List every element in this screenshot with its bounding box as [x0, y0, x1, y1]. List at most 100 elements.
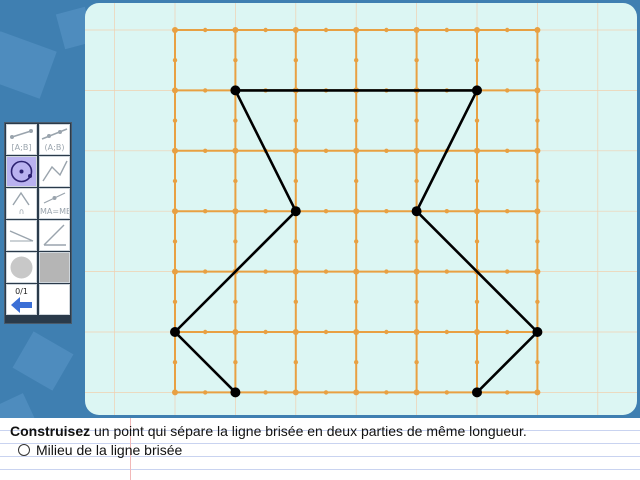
grid-midpoint	[172, 178, 178, 184]
point-tool-icon	[7, 256, 36, 282]
grid-midpoint	[505, 88, 510, 93]
grid-midpoint	[444, 27, 449, 33]
grid-figure[interactable]	[85, 3, 637, 415]
choice-midpoint[interactable]: Milieu de la ligne brisée	[18, 442, 182, 458]
grid-midpoint	[323, 269, 329, 274]
grid-midpoint	[203, 390, 208, 395]
broken-line-vertex[interactable]	[230, 85, 241, 96]
instruction-text: Construisez un point qui sépare la ligne…	[10, 423, 527, 439]
grid-midpoint	[354, 118, 359, 123]
grid-midpoint	[444, 329, 449, 335]
tool-label: [A;B]	[11, 143, 32, 152]
tool-circle[interactable]	[6, 156, 37, 187]
instruction-verb: Construisez	[10, 423, 91, 439]
geometry-canvas[interactable]	[85, 3, 637, 415]
grid-midpoint	[203, 148, 208, 153]
tool-fill[interactable]	[39, 252, 70, 283]
grid-midpoint	[263, 269, 268, 274]
grid-midpoint	[354, 239, 359, 244]
grid-midpoint	[233, 118, 238, 123]
tool-point[interactable]	[6, 252, 37, 283]
grid-midpoint	[172, 239, 178, 244]
grid-midpoint	[505, 209, 510, 214]
grid-midpoint	[474, 178, 480, 184]
grid-node	[172, 27, 178, 33]
grid-node	[172, 268, 178, 275]
grid-node	[413, 329, 420, 335]
choice-label: Milieu de la ligne brisée	[36, 442, 183, 458]
grid-node	[353, 268, 360, 275]
radio-button[interactable]	[18, 444, 30, 456]
grid-node	[474, 27, 480, 33]
grid-node	[413, 268, 420, 275]
ruler-tool-icon	[7, 230, 36, 250]
broken-line-vertex[interactable]	[290, 206, 301, 217]
grid-midpoint	[535, 178, 540, 184]
grid-midpoint	[293, 360, 298, 365]
grid-midpoint	[384, 27, 389, 33]
grid-node	[353, 389, 360, 396]
tool-segment-alt[interactable]: (A;B)	[39, 124, 70, 155]
broken-line-vertex[interactable]	[411, 206, 422, 217]
grid-midpoint	[384, 269, 389, 274]
grid-midpoint	[474, 360, 480, 365]
grid-node	[172, 147, 178, 154]
grid-midpoint	[233, 58, 238, 63]
grid-midpoint	[535, 58, 540, 63]
grid-node	[353, 329, 360, 335]
grid-node	[534, 87, 541, 94]
grid-node	[413, 389, 420, 396]
grid-node	[172, 208, 178, 215]
tool-length[interactable]: MA=MB	[39, 188, 70, 219]
tool-ruler[interactable]	[6, 220, 37, 251]
grid-midpoint	[293, 239, 298, 244]
grid-midpoint	[172, 299, 178, 304]
grid-node	[292, 27, 299, 33]
grid-midpoint	[293, 299, 298, 304]
grid-midpoint	[354, 58, 359, 63]
grid-node	[474, 208, 480, 215]
grid-midpoint	[203, 209, 208, 214]
grid-midpoint	[354, 360, 359, 365]
grid-midpoint	[414, 58, 419, 63]
tool-broken-line[interactable]	[39, 156, 70, 187]
tool-empty-slot	[39, 284, 70, 315]
grid-midpoint	[505, 269, 510, 274]
broken-line-vertex[interactable]	[472, 387, 482, 398]
grid-midpoint	[474, 299, 480, 304]
grid-midpoint	[293, 178, 298, 184]
fill-tool-icon	[40, 253, 69, 282]
grid-midpoint	[233, 178, 238, 184]
grid-midpoint	[233, 299, 238, 304]
grid-midpoint	[414, 360, 419, 365]
grid-midpoint	[323, 390, 329, 395]
grid-node	[232, 147, 239, 154]
grid-midpoint	[505, 329, 510, 335]
tool-compass[interactable]: ∩	[6, 188, 37, 219]
grid-midpoint	[505, 390, 510, 395]
grid-midpoint	[233, 239, 238, 244]
grid-node	[474, 329, 480, 335]
grid-node	[353, 147, 360, 154]
grid-node	[534, 268, 541, 275]
broken-line-vertex[interactable]	[230, 387, 241, 398]
tool-palette: [A;B] (A;B) ∩ MA=MB 0/1	[4, 122, 72, 324]
grid-midpoint	[293, 58, 298, 63]
grid-midpoint	[414, 118, 419, 123]
tool-segment[interactable]: [A;B]	[6, 124, 37, 155]
grid-midpoint	[354, 178, 359, 184]
broken-line-vertex[interactable]	[532, 327, 543, 337]
grid-node	[534, 147, 541, 154]
instruction-rest: un point qui sépare la ligne brisée en d…	[90, 423, 527, 439]
grid-midpoint	[444, 269, 449, 274]
grid-midpoint	[203, 329, 208, 335]
tool-undo[interactable]: 0/1	[6, 284, 37, 315]
grid-midpoint	[474, 58, 480, 63]
tool-label: MA=MB	[40, 207, 70, 216]
grid-node	[292, 147, 299, 154]
broken-line-vertex[interactable]	[170, 327, 180, 337]
grid-node	[292, 329, 299, 335]
tool-protractor[interactable]	[39, 220, 70, 251]
grid-node	[413, 27, 420, 33]
broken-line-vertex[interactable]	[472, 85, 482, 96]
